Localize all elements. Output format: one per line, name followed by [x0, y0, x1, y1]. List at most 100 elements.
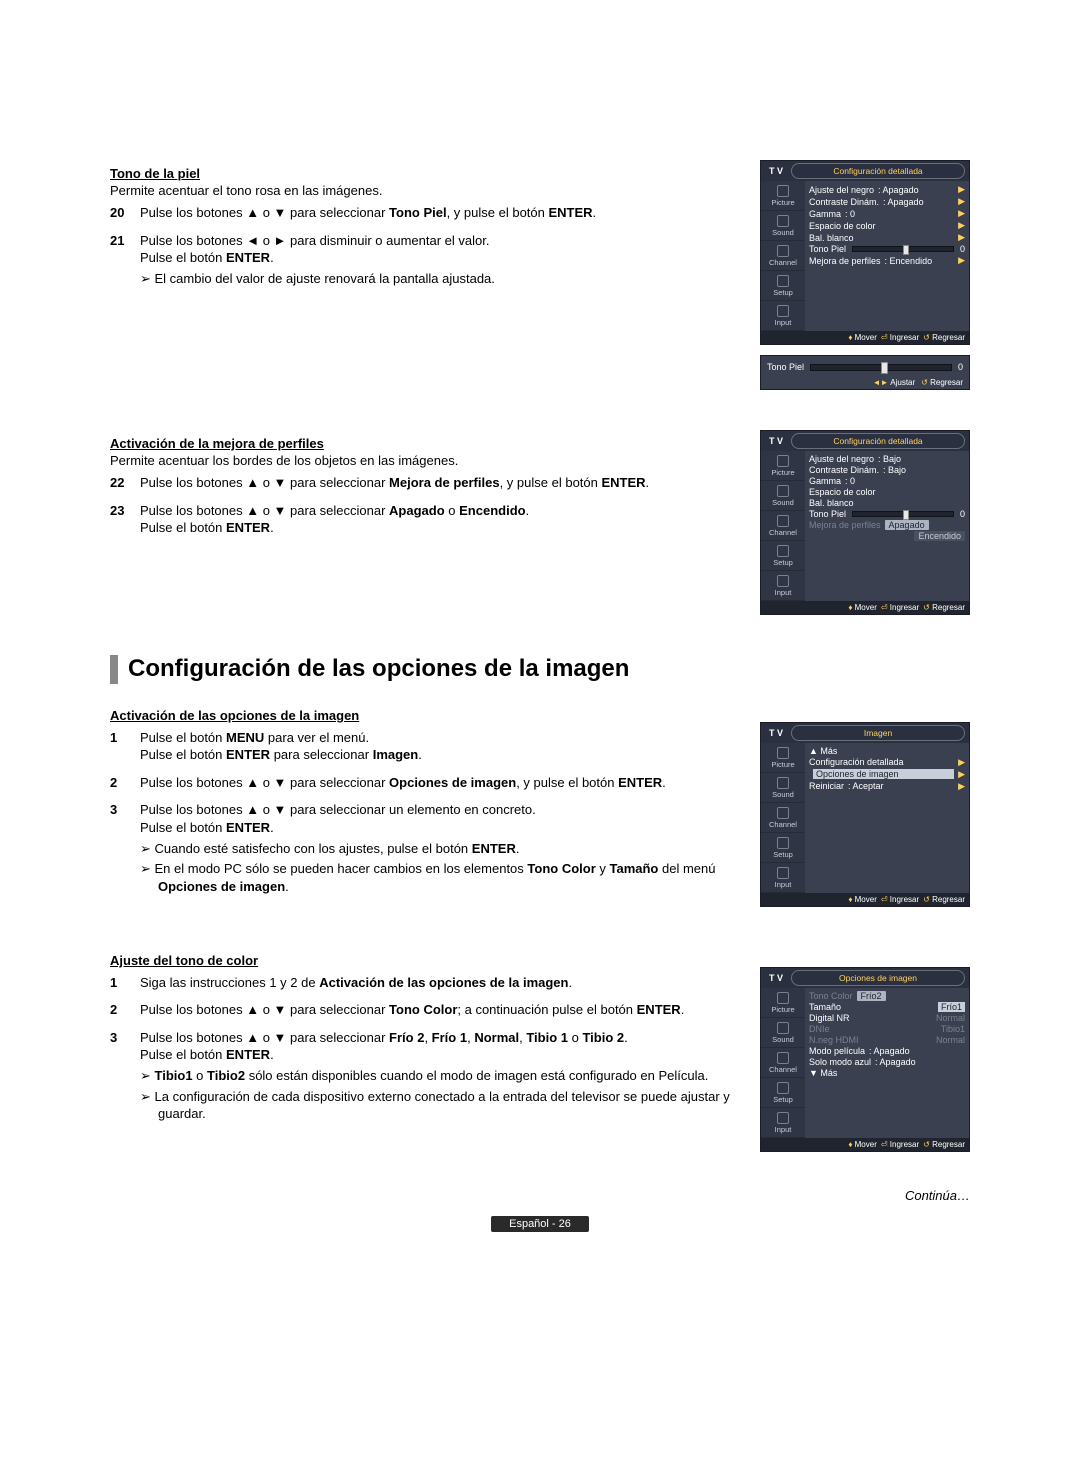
osd-item-mas: ▲ Más [809, 746, 965, 757]
chevron-right-icon: ▶ [958, 757, 965, 768]
chevron-right-icon: ▶ [958, 184, 965, 195]
osd-item-tono-piel: Tono Piel0 [809, 244, 965, 255]
osd-item: DNIeTibio1 [809, 1024, 965, 1035]
step-text: Pulse los botones ▲ o ▼ para seleccionar… [140, 1001, 740, 1019]
osd-tv-label: T V [761, 970, 791, 986]
osd-item-tono-color: Tono ColorFrío2 [809, 991, 965, 1002]
osd-item: Modo película: Apagado [809, 1046, 965, 1057]
step-text: Pulse los botones ◄ o ► para disminuir o… [140, 232, 740, 288]
osd-item: Contraste Dinám.: Apagado▶ [809, 196, 965, 208]
osd-tab-input: Input [761, 863, 805, 893]
osd-item: Ajuste del negro: Bajo [809, 454, 965, 465]
step-text: Pulse los botones ▲ o ▼ para seleccionar… [140, 774, 740, 792]
section-lead: Permite acentuar el tono rosa en las imá… [110, 183, 740, 198]
chevron-right-icon: ▶ [958, 232, 965, 243]
osd-item: Mejora de perfiles: Encendido▶ [809, 255, 965, 267]
osd-config-detallada-1: T V Configuración detallada Picture Soun… [760, 160, 970, 345]
osd-title: Configuración detallada [791, 433, 965, 449]
plug-icon [777, 575, 789, 587]
chevron-right-icon: ▶ [958, 255, 965, 266]
section-lead: Permite acentuar los bordes de los objet… [110, 453, 740, 468]
osd-item: Gamma: 0▶ [809, 208, 965, 220]
chevron-right-icon: ▶ [958, 220, 965, 231]
tv-icon [777, 185, 789, 197]
osd-item: Digital NRNormal [809, 1013, 965, 1024]
osd-title: Configuración detallada [791, 163, 965, 179]
slider [810, 364, 952, 371]
osd-tab-picture: Picture [761, 451, 805, 481]
step-note: Tibio1 o Tibio2 sólo están disponibles c… [140, 1067, 740, 1085]
gear-icon [777, 837, 789, 849]
gear-icon [777, 545, 789, 557]
osd-title: Imagen [791, 725, 965, 741]
step-num: 3 [110, 801, 130, 895]
osd-item-mas: ▼ Más [809, 1068, 965, 1079]
page-number: Español - 26 [110, 1215, 970, 1232]
chevron-right-icon: ▶ [958, 781, 965, 792]
step-note: La configuración de cada dispositivo ext… [140, 1088, 740, 1123]
speaker-icon [777, 485, 789, 497]
osd-item: Reiniciar: Aceptar▶ [809, 781, 965, 793]
osd-tab-picture: Picture [761, 181, 805, 211]
gear-icon [777, 1082, 789, 1094]
osd-item-tono-piel: Tono Piel0 [809, 509, 965, 520]
step-num: 1 [110, 974, 130, 992]
step-note: En el modo PC sólo se pueden hacer cambi… [140, 860, 740, 895]
osd-imagen: T V Imagen Picture Sound Channel Setup I… [760, 722, 970, 907]
osd-item: Contraste Dinám.: Bajo [809, 465, 965, 476]
section-title-ajuste-tono-color: Ajuste del tono de color [110, 953, 740, 968]
plug-icon [777, 867, 789, 879]
osd-tab-input: Input [761, 571, 805, 601]
osd-item: Gamma: 0 [809, 476, 965, 487]
osd-tab-channel: Channel [761, 803, 805, 833]
step-note: El cambio del valor de ajuste renovará l… [140, 270, 740, 288]
step-text: Pulse los botones ▲ o ▼ para seleccionar… [140, 204, 740, 222]
section-title-activacion-opciones: Activación de las opciones de la imagen [110, 708, 740, 723]
osd-item-mejora-opt: Encendido [809, 531, 965, 542]
osd-tab-sound: Sound [761, 211, 805, 241]
osd-tab-channel: Channel [761, 1048, 805, 1078]
step-text: Pulse los botones ▲ o ▼ para seleccionar… [140, 801, 740, 895]
osd-item-highlight: Opciones de imagen▶ [809, 769, 965, 781]
antenna-icon [777, 245, 789, 257]
step-text: Pulse el botón MENU para ver el menú. Pu… [140, 729, 740, 764]
step-text: Siga las instrucciones 1 y 2 de Activaci… [140, 974, 740, 992]
step-num: 2 [110, 774, 130, 792]
osd-opciones-imagen: T V Opciones de imagen Picture Sound Cha… [760, 967, 970, 1152]
step-num: 23 [110, 502, 130, 537]
step-text: Pulse los botones ▲ o ▼ para seleccionar… [140, 1029, 740, 1123]
manual-page: Tono de la piel Permite acentuar el tono… [0, 0, 1080, 1272]
osd-tab-setup: Setup [761, 271, 805, 301]
osd-tv-label: T V [761, 163, 791, 179]
step-num: 22 [110, 474, 130, 492]
continues-label: Continúa… [110, 1188, 970, 1203]
osd-tv-label: T V [761, 725, 791, 741]
page-title: Configuración de las opciones de la imag… [110, 655, 970, 684]
plug-icon [777, 305, 789, 317]
speaker-icon [777, 215, 789, 227]
antenna-icon [777, 807, 789, 819]
slider [852, 246, 954, 252]
step-num: 1 [110, 729, 130, 764]
chevron-right-icon: ▶ [958, 196, 965, 207]
osd-footer: ♦ Mover⏎ Ingresar↺ Regresar [761, 601, 969, 614]
osd-item: Configuración detallada▶ [809, 757, 965, 769]
osd-adjust-value: 0 [958, 362, 963, 372]
step-num: 3 [110, 1029, 130, 1123]
antenna-icon [777, 1052, 789, 1064]
speaker-icon [777, 777, 789, 789]
osd-tv-label: T V [761, 433, 791, 449]
osd-item: Ajuste del negro: Apagado▶ [809, 184, 965, 196]
osd-tab-sound: Sound [761, 1018, 805, 1048]
step-num: 20 [110, 204, 130, 222]
gear-icon [777, 275, 789, 287]
osd-title: Opciones de imagen [791, 970, 965, 986]
osd-footer: ♦ Mover⏎ Ingresar↺ Regresar [761, 331, 969, 344]
osd-config-detallada-2: T V Configuración detallada Picture Soun… [760, 430, 970, 615]
antenna-icon [777, 515, 789, 527]
plug-icon [777, 1112, 789, 1124]
slider [852, 511, 954, 517]
tv-icon [777, 455, 789, 467]
tv-icon [777, 747, 789, 759]
osd-tab-input: Input [761, 301, 805, 331]
